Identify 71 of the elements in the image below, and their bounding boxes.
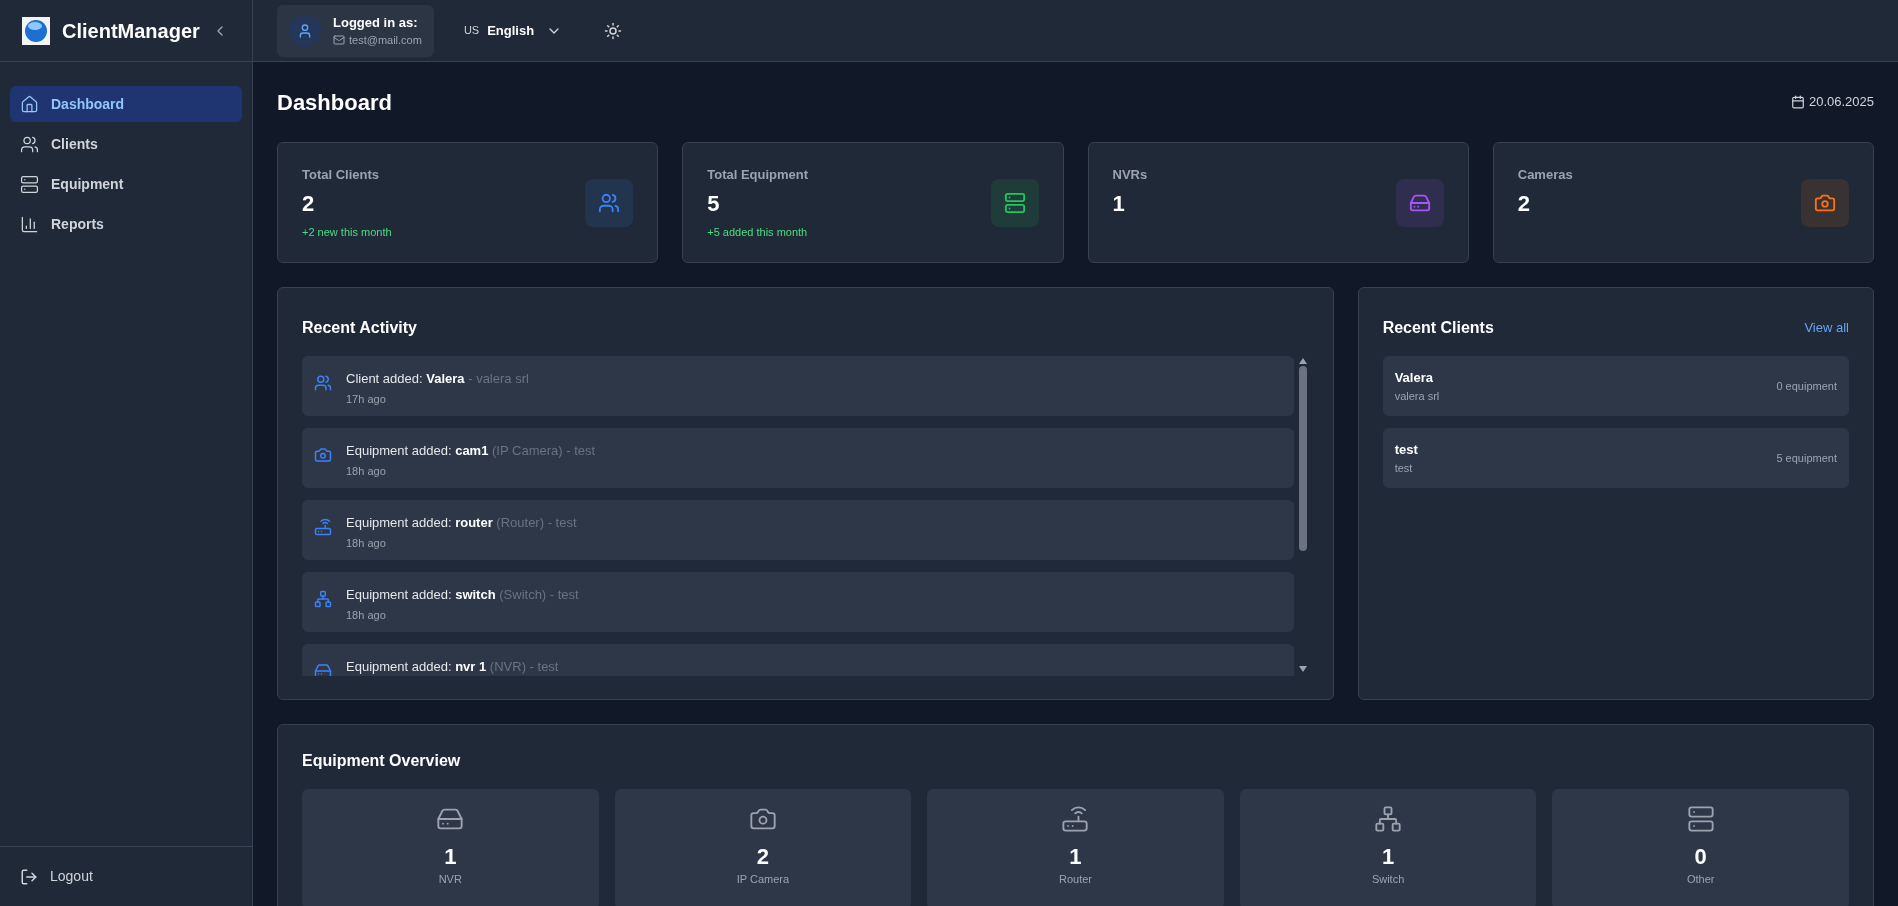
users-icon xyxy=(20,134,39,154)
equipment-type: Router xyxy=(1058,871,1092,887)
mail-icon xyxy=(333,34,345,47)
stat-label: Total Equipment xyxy=(707,166,809,184)
activity-time: 18h ago xyxy=(346,607,387,623)
nav-item[interactable]: Clients xyxy=(10,126,242,162)
panel-title: Equipment Overview xyxy=(302,751,462,771)
stat-label: Cameras xyxy=(1517,166,1573,184)
equipment-count: 1 xyxy=(1069,843,1082,871)
stat-label: Total Clients xyxy=(302,166,381,184)
login-label: Logged in as: xyxy=(333,13,419,32)
equipment-count: 2 xyxy=(756,843,769,871)
equipment-count: 5 equipment xyxy=(1776,450,1837,466)
users-icon xyxy=(314,374,332,392)
server-icon xyxy=(1686,805,1715,833)
nav-item[interactable]: Dashboard xyxy=(10,86,242,122)
nav-item[interactable]: Reports xyxy=(10,206,242,242)
equipment-type: IP Camera xyxy=(736,871,790,887)
client-item[interactable]: test test 5 equipment xyxy=(1382,428,1849,488)
activity-text: Equipment added: nvr 1 (NVR) - test xyxy=(346,658,559,676)
activity-text: Equipment added: cam1 (IP Camera) - test xyxy=(346,442,596,460)
brand-name: ClientManager xyxy=(62,18,200,44)
equipment-type: Other xyxy=(1686,871,1715,887)
activity-text: Client added: Valera - valera srl xyxy=(346,370,529,388)
calendar-icon xyxy=(1790,95,1805,109)
stat-note: +2 new this month xyxy=(302,224,392,240)
network-icon xyxy=(1374,805,1403,833)
stat-value: 2 xyxy=(1517,189,1531,218)
equipment-count: 1 xyxy=(444,843,457,871)
client-company: test xyxy=(1394,460,1414,476)
bar-chart-icon xyxy=(20,214,39,234)
panel-title: Recent Clients xyxy=(1382,318,1494,338)
stat-note: +5 added this month xyxy=(707,224,809,240)
activity-time: 17h ago xyxy=(346,391,387,407)
router-icon xyxy=(314,518,332,536)
user-email: test@mail.com xyxy=(349,33,422,48)
user-icon xyxy=(297,22,313,39)
client-name: test xyxy=(1394,441,1418,459)
stat-value: 2 xyxy=(302,189,316,218)
logout-button[interactable]: Logout xyxy=(20,866,93,887)
activity-time: 18h ago xyxy=(346,535,387,551)
hard-drive-icon xyxy=(314,662,332,676)
current-date: 20.06.2025 xyxy=(1808,93,1874,112)
view-all-link[interactable]: View all xyxy=(1804,318,1849,338)
client-company: valera srl xyxy=(1394,388,1440,404)
router-icon xyxy=(1061,805,1090,833)
stat-value: 1 xyxy=(1112,189,1126,218)
theme-toggle[interactable] xyxy=(604,21,623,40)
activity-text: Equipment added: switch (Switch) - test xyxy=(346,586,579,604)
equipment-count: 0 xyxy=(1694,843,1707,871)
camera-icon xyxy=(314,446,332,464)
network-icon xyxy=(314,590,332,608)
activity-text: Equipment added: router (Router) - test xyxy=(346,514,577,532)
client-name: Valera xyxy=(1394,369,1434,387)
stat-label: NVRs xyxy=(1112,166,1148,184)
activity-time: 18h ago xyxy=(346,463,387,479)
equipment-type: Switch xyxy=(1371,871,1405,887)
equipment-count: 1 xyxy=(1381,843,1395,871)
sun-icon xyxy=(604,21,623,40)
stat-value: 5 xyxy=(707,189,721,218)
home-icon xyxy=(20,94,39,114)
panel-title: Recent Activity xyxy=(302,318,418,338)
equipment-count: 0 equipment xyxy=(1776,378,1837,394)
logout-icon xyxy=(20,867,38,886)
client-item[interactable]: Valera valera srl 0 equipment xyxy=(1382,356,1849,416)
equipment-type: NVR xyxy=(438,871,462,887)
page-title: Dashboard xyxy=(277,88,392,117)
logo-icon xyxy=(22,16,50,45)
nav-item[interactable]: Equipment xyxy=(10,166,242,202)
language-selector[interactable]: US English xyxy=(463,20,563,41)
server-icon xyxy=(20,174,39,194)
